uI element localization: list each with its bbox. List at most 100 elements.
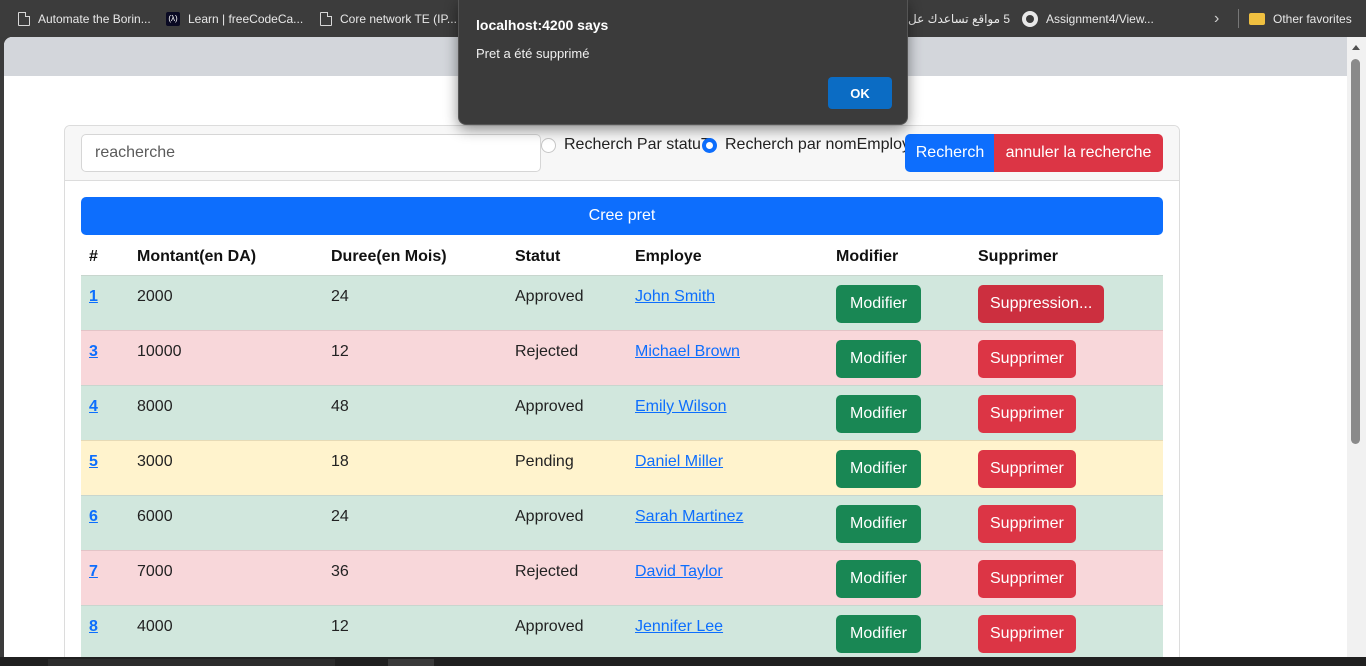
radio-search-by-statut[interactable] [541,138,556,153]
bookmark-label: Learn | freeCodeCa... [188,11,304,26]
cancel-search-button[interactable]: annuler la recherche [994,134,1163,172]
row-id-link[interactable]: 4 [89,398,98,416]
delete-button[interactable]: Supprimer [978,340,1076,378]
table-row: 6 6000 24 Approved Sarah Martinez Modifi… [81,495,1163,550]
delete-button[interactable]: Suppression... [978,285,1105,323]
bookmark-label: Core network TE (IP... [340,11,457,26]
table-row: 5 3000 18 Pending Daniel Miller Modifier… [81,440,1163,495]
document-icon [320,11,332,26]
row-duree: 12 [331,343,349,360]
row-montant: 6000 [137,508,173,525]
row-id-link[interactable]: 8 [89,618,98,636]
page-scrollbar[interactable] [1347,37,1366,657]
row-montant: 2000 [137,288,173,305]
radio-statut-label: Recherch Par statuT [564,136,711,153]
bookmark-freecodecamp[interactable]: (λ) Learn | freeCodeCa... [166,0,303,37]
row-id-link[interactable]: 5 [89,453,98,471]
chevron-right-icon[interactable]: › [1214,10,1219,28]
modify-button[interactable]: Modifier [836,395,921,433]
column-header-employe: Employe [635,248,702,265]
folder-icon [1249,12,1265,25]
row-duree: 18 [331,453,349,470]
row-duree: 48 [331,398,349,415]
bookmark-assignment4[interactable]: Assignment4/View... [1022,0,1154,37]
search-bar: Recherch Par statuT Recherch par nomEmpl… [65,126,1179,181]
table-row: 1 2000 24 Approved John Smith Modifier S… [81,275,1163,330]
delete-button[interactable]: Supprimer [978,450,1076,488]
modify-button[interactable]: Modifier [836,285,921,323]
row-employe-link[interactable]: Michael Brown [635,343,740,361]
table-row: 7 7000 36 Rejected David Taylor Modifier… [81,550,1163,605]
row-id-link[interactable]: 7 [89,563,98,581]
search-input[interactable] [81,134,541,172]
row-statut: Rejected [515,343,579,360]
column-header-id: # [89,248,98,265]
taskbar-item[interactable] [388,659,434,666]
table-header: # Montant(en DA) Duree(en Mois) Statut E… [81,239,1163,275]
dialog-ok-button[interactable]: OK [828,77,892,109]
search-button[interactable]: Recherch [905,134,995,172]
bookmark-label: 5 مواقع تساعدك عل [908,11,1011,26]
radio-search-by-nom-employe[interactable] [702,138,717,153]
bookmark-core-network[interactable]: Core network TE (IP... [320,0,457,37]
loans-card: Recherch Par statuT Recherch par nomEmpl… [64,125,1180,657]
modify-button[interactable]: Modifier [836,505,921,543]
taskbar-item[interactable] [48,659,335,666]
row-duree: 24 [331,288,349,305]
row-employe-link[interactable]: Daniel Miller [635,453,723,471]
github-icon [1022,10,1038,27]
row-duree: 24 [331,508,349,525]
bookmark-label: Automate the Borin... [38,11,151,26]
row-duree: 12 [331,618,349,635]
radio-nom-label: Recherch par nomEmploye [725,136,919,153]
taskbar [0,657,1366,666]
row-id-link[interactable]: 6 [89,508,98,526]
row-montant: 10000 [137,343,182,360]
table-row: 4 8000 48 Approved Emily Wilson Modifier… [81,385,1163,440]
delete-button[interactable]: Supprimer [978,560,1076,598]
bookmark-label: Assignment4/View... [1046,11,1154,26]
modify-button[interactable]: Modifier [836,340,921,378]
document-icon [18,11,30,26]
dialog-message: Pret a été supprimé [476,46,590,61]
row-employe-link[interactable]: Sarah Martinez [635,508,744,526]
freecodecamp-icon: (λ) [166,11,180,26]
row-statut: Rejected [515,563,579,580]
column-header-duree: Duree(en Mois) [331,248,447,265]
row-id-link[interactable]: 1 [89,288,98,306]
dialog-title: localhost:4200 says [476,17,609,33]
row-employe-link[interactable]: John Smith [635,288,715,306]
modify-button[interactable]: Modifier [836,560,921,598]
modify-button[interactable]: Modifier [836,450,921,488]
modify-button[interactable]: Modifier [836,615,921,653]
row-employe-link[interactable]: David Taylor [635,563,723,581]
row-statut: Approved [515,618,584,635]
page-viewport: Recherch Par statuT Recherch par nomEmpl… [4,37,1347,657]
bookmark-separator [1238,9,1239,28]
column-header-montant: Montant(en DA) [137,248,257,265]
column-header-supprimer: Supprimer [978,248,1059,265]
delete-button[interactable]: Supprimer [978,615,1076,653]
column-header-statut: Statut [515,248,561,265]
row-montant: 8000 [137,398,173,415]
column-header-modifier: Modifier [836,248,899,265]
row-id-link[interactable]: 3 [89,343,98,361]
row-montant: 7000 [137,563,173,580]
create-loan-button[interactable]: Cree pret [81,197,1163,235]
bookmark-arabic[interactable]: 5 مواقع تساعدك عل [908,0,1010,37]
scroll-up-arrow-icon[interactable] [1352,45,1360,50]
table-row: 3 10000 12 Rejected Michael Brown Modifi… [81,330,1163,385]
bookmark-other-favorites[interactable]: Other favorites [1249,0,1352,37]
row-employe-link[interactable]: Emily Wilson [635,398,727,416]
bookmark-automate[interactable]: Automate the Borin... [18,0,151,37]
scrollbar-thumb[interactable] [1351,59,1360,444]
row-statut: Approved [515,398,584,415]
delete-button[interactable]: Supprimer [978,395,1076,433]
bookmark-label: Other favorites [1273,11,1352,26]
delete-button[interactable]: Supprimer [978,505,1076,543]
table-row: 8 4000 12 Approved Jennifer Lee Modifier… [81,605,1163,657]
row-montant: 4000 [137,618,173,635]
row-duree: 36 [331,563,349,580]
row-employe-link[interactable]: Jennifer Lee [635,618,723,636]
row-statut: Approved [515,508,584,525]
